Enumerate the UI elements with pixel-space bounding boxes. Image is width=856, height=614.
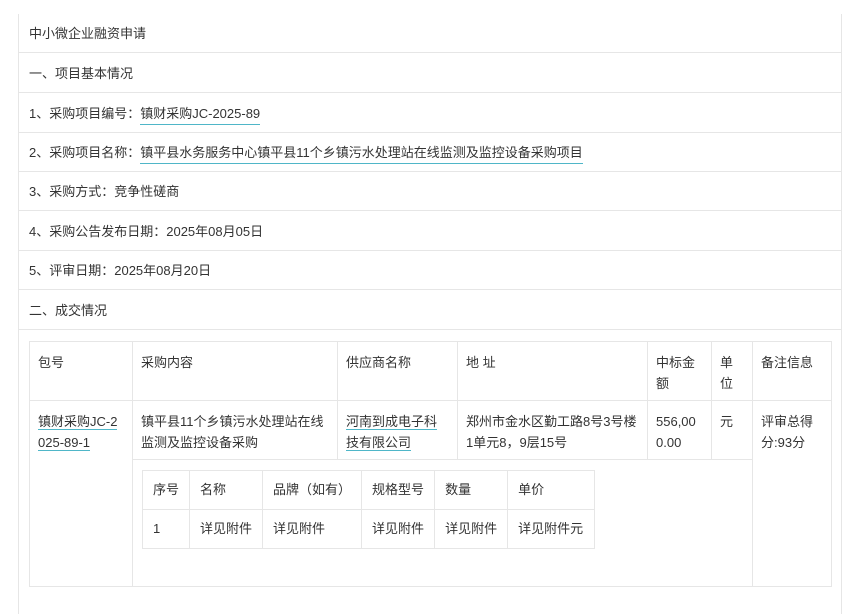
item-header-brand: 品牌（如有） [262, 470, 363, 510]
supplier-cell: 河南到成电子科技有限公司 [337, 400, 458, 460]
page-title: 中小微企业融资申请 [19, 14, 841, 53]
deal-table: 包号 采购内容 供应商名称 地 址 中标金额 单位 备注信息 镇财采购JC-20… [29, 341, 832, 587]
table-row: 镇财采购JC-2025-89-1 镇平县11个乡镇污水处理站在线监测及监控设备采… [29, 400, 832, 587]
supplier-link[interactable]: 河南到成电子科技有限公司 [346, 414, 438, 451]
section-heading-basic: 一、项目基本情况 [19, 54, 841, 93]
project-number-link[interactable]: 镇财采购JC-2025-89 [140, 106, 261, 125]
package-no-cell: 镇财采购JC-2025-89-1 [29, 400, 133, 587]
project-name-row: 2、采购项目名称：镇平县水务服务中心镇平县11个乡镇污水处理站在线监测及监控设备… [19, 133, 841, 172]
package-no-link[interactable]: 镇财采购JC-2025-89-1 [38, 414, 118, 451]
header-address: 地 址 [457, 341, 648, 401]
project-number-label: 1、采购项目编号： [29, 106, 141, 121]
content-cell: 镇平县11个乡镇污水处理站在线监测及监控设备采购 [132, 400, 338, 460]
header-unit: 单位 [711, 341, 753, 401]
unit-cell: 元 [711, 400, 753, 460]
item-header-name: 名称 [189, 470, 264, 510]
header-package-no: 包号 [29, 341, 133, 401]
amount-cell: 556,000.00 [647, 400, 712, 460]
item-index: 1 [141, 509, 191, 549]
item-table-header: 序号 名称 品牌（如有） 规格型号 数量 单价 [141, 470, 596, 510]
remark-cell: 评审总得分:93分 [752, 400, 832, 587]
item-header-spec: 规格型号 [361, 470, 436, 510]
item-name: 详见附件 [189, 509, 264, 549]
item-price: 详见附件元 [507, 509, 596, 549]
item-header-quantity: 数量 [434, 470, 509, 510]
project-name-label: 2、采购项目名称： [29, 145, 141, 160]
project-number-row: 1、采购项目编号：镇财采购JC-2025-89 [19, 94, 841, 133]
header-content: 采购内容 [132, 341, 338, 401]
header-remark: 备注信息 [752, 341, 832, 401]
project-name-link[interactable]: 镇平县水务服务中心镇平县11个乡镇污水处理站在线监测及监控设备采购项目 [140, 145, 583, 164]
document-container: 中小微企业融资申请 一、项目基本情况 1、采购项目编号：镇财采购JC-2025-… [18, 14, 842, 614]
address-cell: 郑州市金水区勤工路8号3号楼1单元8，9层15号 [457, 400, 648, 460]
item-table: 序号 名称 品牌（如有） 规格型号 数量 单价 1 详见附件 详见附件 详见附件… [141, 470, 596, 549]
item-header-price: 单价 [507, 470, 596, 510]
item-spec: 详见附件 [361, 509, 436, 549]
table-row: 1 详见附件 详见附件 详见附件 详见附件 详见附件元 [141, 509, 596, 549]
item-brand: 详见附件 [262, 509, 363, 549]
header-amount: 中标金额 [647, 341, 712, 401]
item-header-index: 序号 [141, 470, 191, 510]
section-heading-deal: 二、成交情况 [19, 291, 841, 330]
deal-table-header: 包号 采购内容 供应商名称 地 址 中标金额 单位 备注信息 [29, 341, 832, 401]
item-quantity: 详见附件 [434, 509, 509, 549]
procurement-method: 3、采购方式：竞争性磋商 [19, 172, 841, 211]
header-supplier: 供应商名称 [337, 341, 458, 401]
review-date: 5、评审日期：2025年08月20日 [19, 251, 841, 290]
publish-date: 4、采购公告发布日期：2025年08月05日 [19, 212, 841, 251]
